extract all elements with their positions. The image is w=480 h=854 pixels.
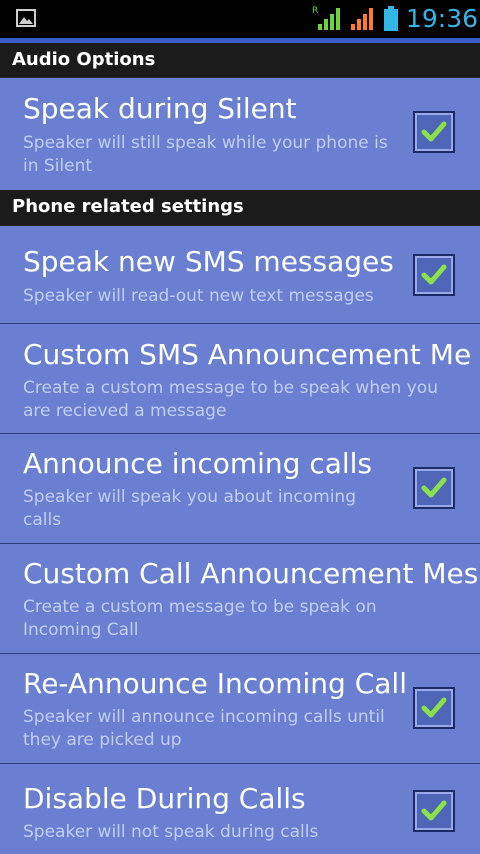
announce-incoming-calls-checkbox[interactable]: [413, 467, 455, 509]
check-icon: [421, 477, 447, 498]
pref-title: Custom Call Announcement Mes: [23, 557, 479, 590]
battery-icon: [382, 6, 400, 32]
pref-re-announce-incoming-call[interactable]: Re-Announce Incoming Call Speaker will a…: [0, 654, 480, 764]
check-icon: [421, 264, 447, 285]
status-bar: R 19:36: [0, 0, 480, 38]
pref-title: Speak during Silent: [23, 92, 297, 125]
pref-announce-incoming-calls[interactable]: Announce incoming calls Speaker will spe…: [0, 434, 480, 544]
check-icon: [421, 800, 447, 821]
pref-summary: Create a custom message to be speak when…: [23, 378, 438, 421]
signal-icon: [348, 4, 378, 32]
status-time: 19:36: [406, 4, 479, 33]
section-header-audio-options: Audio Options: [0, 43, 480, 78]
pref-summary: Speaker will read-out new text messages: [23, 286, 374, 306]
pref-summary: Speaker will still speak while your phon…: [23, 133, 388, 176]
pref-title: Speak new SMS messages: [23, 245, 394, 278]
image-notification-icon: [16, 9, 36, 27]
pref-summary: Speaker will announce incoming calls unt…: [23, 707, 385, 750]
pref-summary: Speaker will not speak during calls: [23, 822, 319, 842]
pref-custom-sms-announcement[interactable]: Custom SMS Announcement Me Create a cust…: [0, 324, 480, 434]
pref-title: Re-Announce Incoming Call: [23, 667, 407, 700]
signal-roaming-icon: R: [312, 4, 344, 32]
section-header-label: Phone related settings: [12, 196, 244, 217]
speak-new-sms-checkbox[interactable]: [413, 254, 455, 296]
re-announce-incoming-call-checkbox[interactable]: [413, 687, 455, 729]
check-icon: [421, 121, 447, 142]
pref-summary: Create a custom message to be speak on I…: [23, 597, 377, 640]
disable-during-calls-checkbox[interactable]: [413, 790, 455, 832]
pref-custom-call-announcement[interactable]: Custom Call Announcement Mes Create a cu…: [0, 544, 480, 654]
roaming-indicator: R: [312, 6, 318, 16]
section-header-phone-settings: Phone related settings: [0, 190, 480, 226]
pref-title: Announce incoming calls: [23, 447, 373, 480]
speak-during-silent-checkbox[interactable]: [413, 111, 455, 153]
pref-speak-new-sms[interactable]: Speak new SMS messages Speaker will read…: [0, 226, 480, 324]
pref-title: Disable During Calls: [23, 782, 306, 815]
pref-speak-during-silent[interactable]: Speak during Silent Speaker will still s…: [0, 78, 480, 190]
pref-summary: Speaker will speak you about incoming ca…: [23, 487, 356, 530]
pref-title: Custom SMS Announcement Me: [23, 338, 472, 371]
pref-disable-during-calls[interactable]: Disable During Calls Speaker will not sp…: [0, 764, 480, 854]
section-header-label: Audio Options: [12, 49, 156, 70]
check-icon: [421, 697, 447, 718]
